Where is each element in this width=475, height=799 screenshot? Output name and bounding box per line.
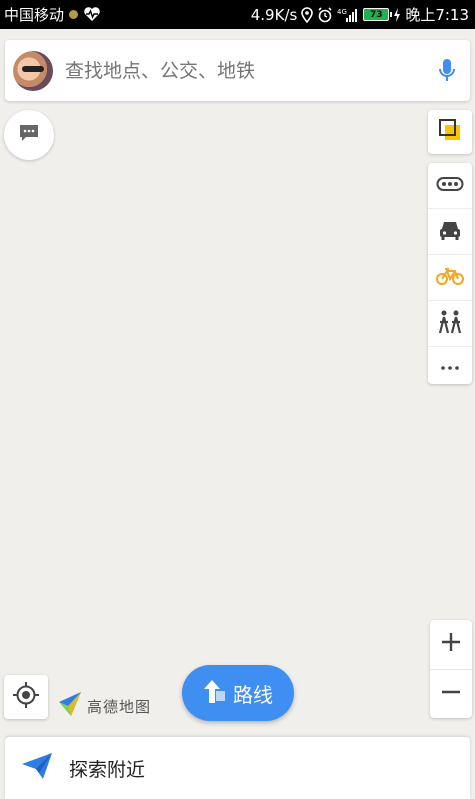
battery-level: 73 xyxy=(370,9,383,20)
svg-text:4G: 4G xyxy=(337,8,347,16)
avatar[interactable] xyxy=(13,50,53,91)
traffic-button[interactable] xyxy=(428,163,472,209)
locate-button[interactable] xyxy=(4,675,48,719)
search-input[interactable] xyxy=(65,59,438,82)
walk-icon xyxy=(437,310,463,338)
route-arrow-icon xyxy=(203,678,227,709)
brand-logo: 高德地图 xyxy=(57,690,151,722)
traffic-icon xyxy=(436,176,464,196)
network-speed: 4.9K/s xyxy=(250,5,298,24)
bike-icon xyxy=(435,266,465,290)
battery-icon: 73 xyxy=(363,8,393,21)
message-icon xyxy=(18,123,40,147)
plus-icon xyxy=(440,631,462,657)
explore-nearby-bar[interactable]: 探索附近 xyxy=(5,737,470,799)
route-button[interactable]: 路线 xyxy=(182,665,294,721)
explore-nearby-label: 探索附近 xyxy=(69,758,146,781)
status-bar: 中国移动 4.9K/s 4G 73 晚上7:13 xyxy=(0,0,475,29)
microphone-icon[interactable] xyxy=(438,58,456,84)
zoom-in-button[interactable] xyxy=(430,620,472,669)
layers-button[interactable] xyxy=(428,110,472,154)
transport-panel xyxy=(428,163,472,384)
crosshair-icon xyxy=(12,681,40,713)
search-bar[interactable] xyxy=(5,40,470,101)
signal-icon: 4G xyxy=(337,7,359,23)
walk-button[interactable] xyxy=(428,301,472,347)
heart-monitor-icon xyxy=(83,7,101,22)
message-button[interactable] xyxy=(4,110,54,160)
charging-icon xyxy=(393,7,401,22)
taxi-button[interactable] xyxy=(428,209,472,255)
more-icon xyxy=(440,356,460,375)
paper-plane-icon xyxy=(21,752,53,784)
zoom-panel xyxy=(430,620,472,718)
notification-dot-icon xyxy=(69,10,79,19)
zoom-out-button[interactable] xyxy=(430,668,472,719)
more-button[interactable] xyxy=(428,347,472,384)
location-icon xyxy=(301,6,314,23)
carrier-name: 中国移动 xyxy=(4,6,65,24)
minus-icon xyxy=(440,681,462,707)
taxi-icon xyxy=(438,219,462,245)
route-label: 路线 xyxy=(233,682,273,707)
alarm-icon xyxy=(317,6,333,23)
layers-icon xyxy=(438,118,462,146)
brand-name: 高德地图 xyxy=(87,697,152,716)
clock: 晚上7:13 xyxy=(405,6,469,24)
bike-button[interactable] xyxy=(428,255,472,301)
amap-logo-icon xyxy=(57,690,83,722)
